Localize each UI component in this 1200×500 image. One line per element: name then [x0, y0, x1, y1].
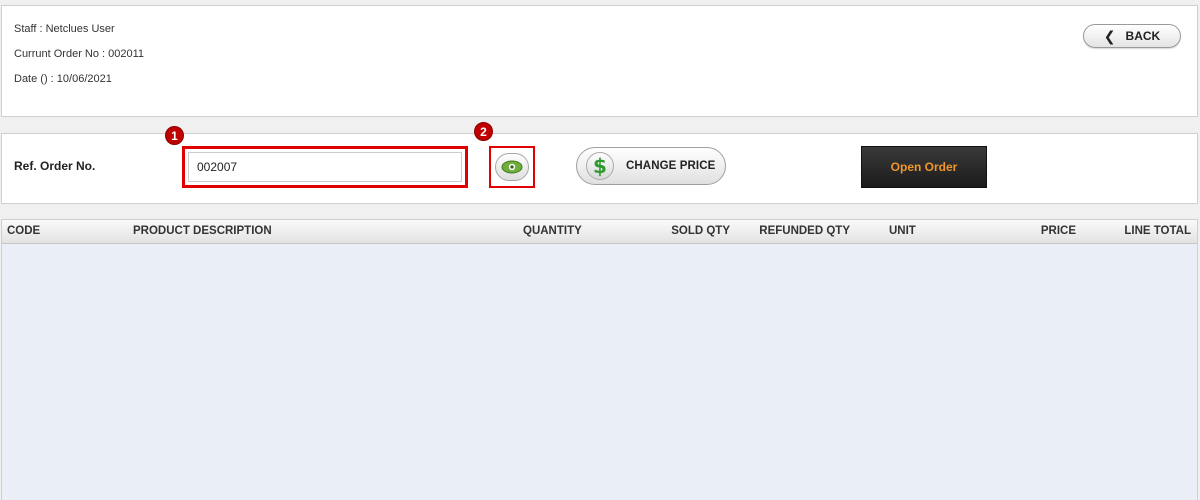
- current-order-info: Currunt Order No : 002011: [14, 48, 144, 60]
- callout-badge-1: 1: [165, 126, 184, 145]
- current-order-label: Currunt Order No :: [14, 48, 109, 60]
- ref-order-input[interactable]: [188, 152, 462, 182]
- column-header-refunded-qty[interactable]: REFUNDED QTY: [759, 225, 850, 237]
- open-order-button[interactable]: Open Order: [861, 146, 987, 188]
- order-info-panel: Staff : Netclues User Currunt Order No :…: [1, 5, 1198, 117]
- change-price-button[interactable]: $ CHANGE PRICE: [576, 147, 726, 185]
- column-header-sold-qty[interactable]: SOLD QTY: [671, 225, 730, 237]
- column-header-code[interactable]: CODE: [7, 225, 40, 237]
- column-header-line-total[interactable]: LINE TOTAL: [1124, 225, 1191, 237]
- view-order-button[interactable]: [495, 153, 529, 181]
- change-price-label: CHANGE PRICE: [626, 160, 716, 172]
- current-order-value: 002011: [108, 48, 145, 60]
- table-header: CODE PRODUCT DESCRIPTION QUANTITY SOLD Q…: [2, 220, 1197, 244]
- back-button[interactable]: ❮ BACK: [1083, 24, 1181, 48]
- ref-order-panel: Ref. Order No. 1 2 $ CHANGE PRICE Open O…: [1, 122, 1198, 204]
- column-header-price[interactable]: PRICE: [1041, 225, 1076, 237]
- eye-icon: [501, 160, 523, 174]
- date-label: Date () :: [14, 73, 57, 85]
- staff-value: Netclues User: [45, 23, 115, 35]
- staff-info: Staff : Netclues User: [14, 23, 115, 35]
- chevron-left-icon: ❮: [1103, 28, 1116, 44]
- callout-badge-2: 2: [474, 122, 493, 141]
- ref-order-highlight: [182, 146, 468, 188]
- back-button-label: BACK: [1125, 29, 1161, 43]
- order-items-table: CODE PRODUCT DESCRIPTION QUANTITY SOLD Q…: [1, 219, 1198, 500]
- column-header-description[interactable]: PRODUCT DESCRIPTION: [133, 225, 272, 237]
- date-value: 10/06/2021: [56, 73, 112, 85]
- staff-label: Staff :: [14, 23, 46, 35]
- view-button-highlight: [489, 146, 535, 188]
- dollar-icon: $: [586, 152, 614, 180]
- ref-order-label: Ref. Order No.: [14, 159, 96, 173]
- column-header-unit[interactable]: UNIT: [889, 225, 916, 237]
- column-header-quantity[interactable]: QUANTITY: [523, 225, 582, 237]
- date-info: Date () : 10/06/2021: [14, 73, 112, 85]
